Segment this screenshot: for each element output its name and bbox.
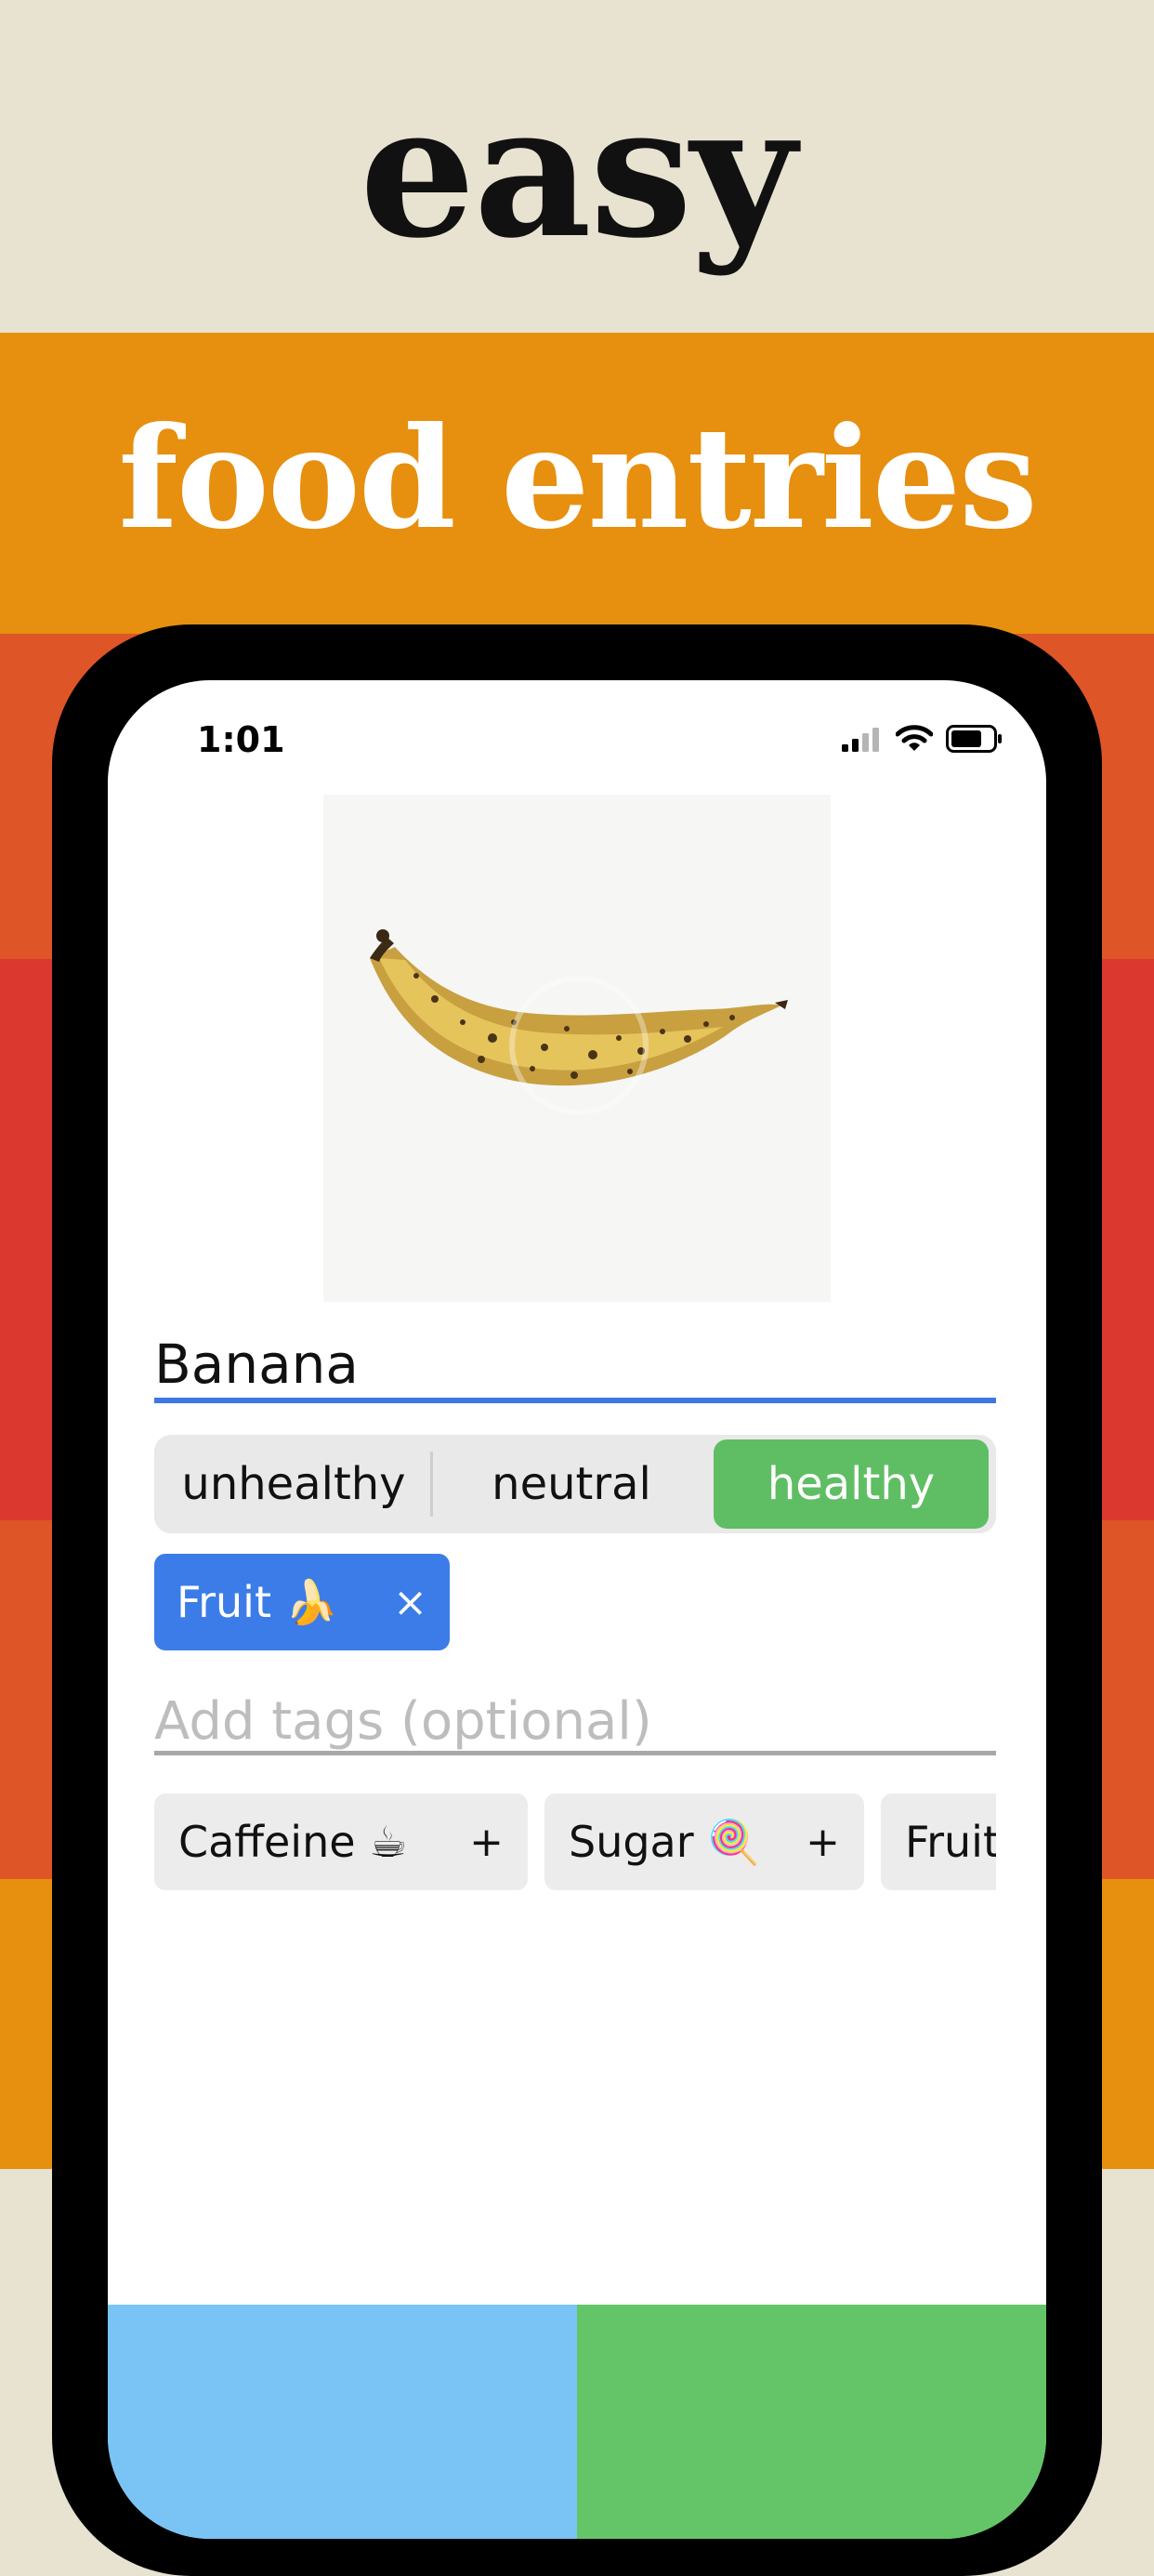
- suggested-tags-row[interactable]: Caffeine ☕ + Sugar 🍭 + Fruit: [154, 1794, 996, 1890]
- rating-option-unhealthy[interactable]: unhealthy: [159, 1439, 428, 1529]
- bottom-right-button[interactable]: [577, 2305, 1046, 2539]
- phone-screen: 1:01 Banana unhealthy neutral healthy Fr…: [108, 680, 1046, 2539]
- add-tag-icon: +: [806, 1818, 840, 1866]
- suggested-tag-label: Fruit: [905, 1817, 996, 1867]
- health-rating-control[interactable]: unhealthy neutral healthy: [154, 1435, 996, 1533]
- status-time: 1:01: [197, 719, 285, 760]
- suggested-tag-fruit[interactable]: Fruit: [881, 1794, 996, 1890]
- status-icons: [842, 725, 1003, 753]
- cellular-signal-icon: [842, 728, 879, 752]
- rating-option-healthy[interactable]: healthy: [714, 1439, 989, 1529]
- headline-food-entries: food entries: [118, 397, 1037, 560]
- food-name-field[interactable]: Banana: [154, 1331, 996, 1403]
- headline-easy: easy: [360, 65, 796, 279]
- suggested-tag-label: Sugar 🍭: [569, 1816, 761, 1867]
- selected-tag-label: Fruit 🍌: [177, 1576, 338, 1627]
- remove-tag-icon[interactable]: ×: [393, 1579, 427, 1626]
- wifi-icon: [896, 725, 933, 751]
- suggested-tag-caffeine[interactable]: Caffeine ☕ +: [154, 1794, 528, 1890]
- add-tags-input[interactable]: Add tags (optional): [154, 1693, 996, 1755]
- banana-photo: [370, 929, 788, 1115]
- rating-option-neutral[interactable]: neutral: [433, 1439, 710, 1529]
- add-tag-icon: +: [469, 1818, 504, 1866]
- bottom-left-button[interactable]: [108, 2305, 577, 2539]
- suggested-tag-sugar[interactable]: Sugar 🍭 +: [544, 1794, 864, 1890]
- selected-tag-fruit[interactable]: Fruit 🍌 ×: [154, 1554, 450, 1650]
- food-photo[interactable]: [323, 795, 831, 1302]
- suggested-tag-label: Caffeine ☕: [178, 1817, 408, 1867]
- battery-icon: [946, 725, 1002, 753]
